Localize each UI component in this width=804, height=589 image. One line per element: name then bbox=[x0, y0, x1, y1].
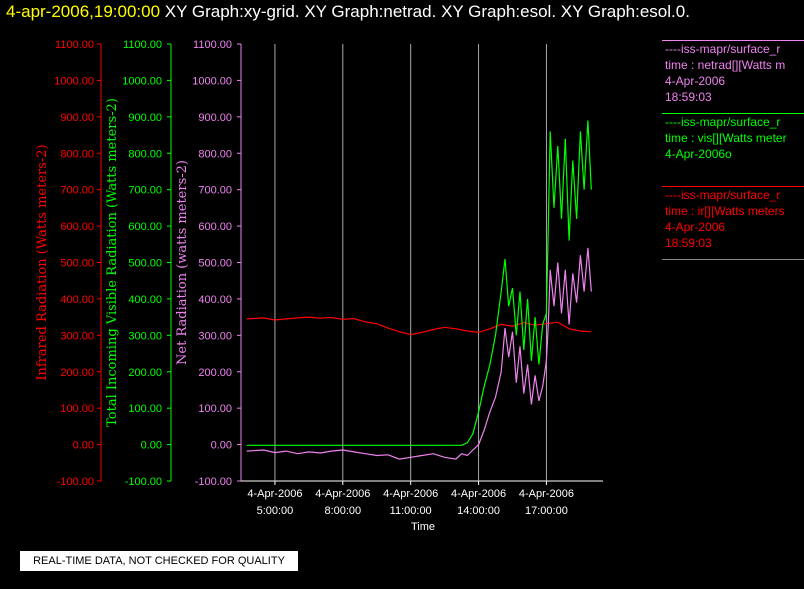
y-tick-label: 200.00 bbox=[60, 367, 94, 379]
legend-source: ----iss-mapr/surface_r bbox=[665, 42, 781, 56]
y-tick-label: 500.00 bbox=[60, 258, 94, 270]
x-tick-date: 4-Apr-2006 bbox=[519, 488, 574, 500]
x-tick-date: 4-Apr-2006 bbox=[451, 488, 506, 500]
legend-variable: time : netrad[][Watts m bbox=[665, 58, 786, 72]
y-tick-label: 1000.00 bbox=[192, 75, 232, 87]
y-tick-label: 300.00 bbox=[198, 330, 232, 342]
y-tick-label: 1100.00 bbox=[193, 39, 232, 51]
y-tick-label: 600.00 bbox=[128, 221, 162, 233]
y-tick-label: 400.00 bbox=[198, 294, 232, 306]
y-tick-label: 900.00 bbox=[128, 112, 162, 124]
y-tick-label: 0.00 bbox=[141, 440, 162, 452]
y-tick-label: 1000.00 bbox=[54, 75, 94, 87]
y-tick-label: 700.00 bbox=[128, 185, 162, 197]
legend-bottom-rule bbox=[662, 259, 804, 261]
x-tick-time: 11:00:00 bbox=[390, 505, 432, 517]
y-tick-label: -100.00 bbox=[195, 476, 232, 488]
quality-notice: REAL-TIME DATA, NOT CHECKED FOR QUALITY bbox=[20, 551, 298, 571]
y-tick-label: -100.00 bbox=[125, 476, 162, 488]
y-tick-label: -100.00 bbox=[57, 476, 94, 488]
y-tick-label: 300.00 bbox=[128, 330, 162, 342]
y-tick-label: 300.00 bbox=[60, 330, 94, 342]
legend-time: 18:59:03 bbox=[665, 236, 712, 250]
y-tick-label: 1100.00 bbox=[123, 39, 162, 51]
y-tick-label: 400.00 bbox=[60, 294, 94, 306]
legend-source: ----iss-mapr/surface_r bbox=[665, 115, 781, 129]
y-axis-title: Net Radiation (watts meters-2) bbox=[175, 160, 190, 365]
y-tick-label: 100.00 bbox=[60, 403, 94, 415]
legend-time: 18:59:03 bbox=[665, 90, 712, 104]
x-tick-date: 4-Apr-2006 bbox=[315, 488, 370, 500]
legend-date: 4-Apr-2006 bbox=[665, 74, 726, 88]
x-tick-date: 4-Apr-2006 bbox=[247, 488, 302, 500]
x-tick-time: 14:00:00 bbox=[457, 505, 500, 517]
legend: ----iss-mapr/surface_r time : netrad[][W… bbox=[662, 40, 804, 261]
y-tick-label: 800.00 bbox=[198, 148, 232, 160]
y-tick-label: 700.00 bbox=[60, 185, 94, 197]
y-tick-label: 500.00 bbox=[128, 258, 162, 270]
legend-entry-ir: ----iss-mapr/surface_r time : ir[][Watts… bbox=[662, 186, 804, 259]
legend-entry-vis: ----iss-mapr/surface_r time : vis[][Watt… bbox=[662, 113, 804, 186]
y-tick-label: 600.00 bbox=[198, 221, 232, 233]
legend-date: 4-Apr-2006o bbox=[665, 147, 732, 161]
x-axis-title: Time bbox=[411, 521, 435, 533]
legend-variable: time : vis[][Watts meter bbox=[665, 131, 787, 145]
y-axis-title: Infrared Radiation (Watts meters-2) bbox=[35, 144, 50, 380]
y-tick-label: 600.00 bbox=[60, 221, 94, 233]
y-tick-label: 100.00 bbox=[198, 403, 232, 415]
y-tick-label: 400.00 bbox=[128, 294, 162, 306]
y-tick-label: 1100.00 bbox=[55, 39, 94, 51]
y-tick-label: 1000.00 bbox=[122, 75, 162, 87]
x-tick-time: 17:00:00 bbox=[525, 505, 568, 517]
series-line-infrared bbox=[246, 316, 592, 336]
y-tick-label: 200.00 bbox=[198, 367, 232, 379]
y-tick-label: 500.00 bbox=[198, 258, 232, 270]
y-tick-label: 0.00 bbox=[211, 440, 232, 452]
y-axis-title: Total Incoming Visible Radiation (Watts … bbox=[105, 98, 120, 427]
legend-source: ----iss-mapr/surface_r bbox=[665, 188, 781, 202]
y-tick-label: 0.00 bbox=[73, 440, 94, 452]
y-tick-label: 900.00 bbox=[198, 112, 232, 124]
y-tick-label: 700.00 bbox=[198, 185, 232, 197]
y-tick-label: 800.00 bbox=[128, 148, 162, 160]
x-tick-time: 5:00:00 bbox=[257, 505, 294, 517]
y-tick-label: 200.00 bbox=[128, 367, 162, 379]
legend-date: 4-Apr-2006 bbox=[665, 220, 726, 234]
x-tick-date: 4-Apr-2006 bbox=[383, 488, 438, 500]
y-tick-label: 100.00 bbox=[128, 403, 162, 415]
x-tick-time: 8:00:00 bbox=[324, 505, 361, 517]
legend-entry-netrad: ----iss-mapr/surface_r time : netrad[][W… bbox=[662, 40, 804, 113]
y-tick-label: 900.00 bbox=[60, 112, 94, 124]
legend-variable: time : ir[][Watts meters bbox=[665, 204, 785, 218]
y-tick-label: 800.00 bbox=[60, 148, 94, 160]
